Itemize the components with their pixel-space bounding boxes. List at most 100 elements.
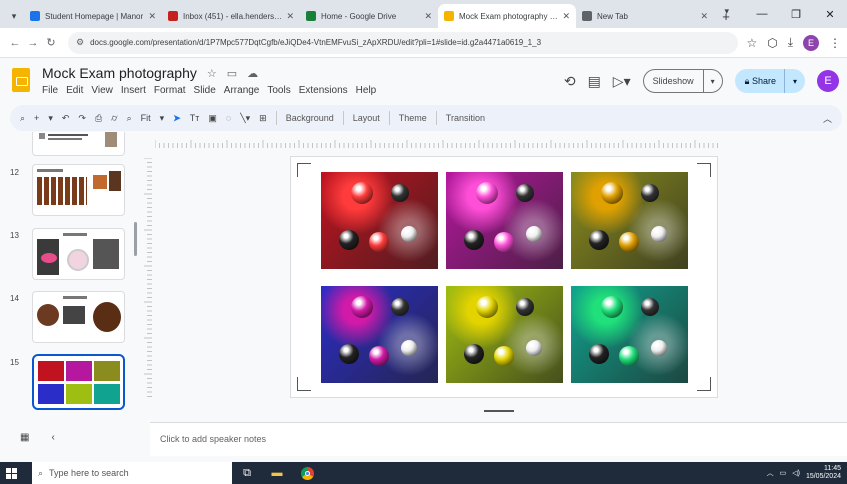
paint-format-icon[interactable]: ⌭ bbox=[111, 113, 117, 124]
menu-item-edit[interactable]: Edit bbox=[66, 85, 83, 96]
close-window-icon[interactable]: ✕ bbox=[813, 0, 847, 28]
print-icon[interactable]: ⎙ bbox=[95, 113, 102, 124]
tab-list-chevron-icon[interactable]: ▾ bbox=[724, 6, 729, 17]
photo-olive[interactable] bbox=[571, 172, 688, 269]
share-button[interactable]: 🔒︎ Share ▾ bbox=[734, 69, 805, 93]
slide-thumbnail[interactable] bbox=[32, 291, 125, 343]
tab-close-icon[interactable]: ✕ bbox=[562, 11, 570, 22]
new-slide-dropdown-icon[interactable]: ▾ bbox=[48, 113, 53, 124]
restore-icon[interactable]: ❐ bbox=[779, 0, 813, 28]
forward-icon[interactable]: → bbox=[24, 33, 42, 53]
slide-thumbnail[interactable] bbox=[32, 132, 125, 156]
speaker-notes[interactable]: Click to add speaker notes bbox=[150, 422, 847, 456]
marble bbox=[516, 298, 534, 316]
transition-button[interactable]: Transition bbox=[446, 113, 485, 123]
layout-button[interactable]: Layout bbox=[353, 113, 380, 123]
slide-thumbnail-selected[interactable] bbox=[32, 354, 125, 410]
cloud-status-icon[interactable]: ☁ bbox=[247, 67, 258, 80]
undo-icon[interactable]: ↶ bbox=[62, 113, 70, 124]
tab-close-icon[interactable]: ✕ bbox=[700, 11, 708, 22]
url-input[interactable]: ⚙ docs.google.com/presentation/d/1P7Mpc5… bbox=[68, 31, 739, 54]
meet-icon[interactable]: ▷▾ bbox=[613, 73, 631, 90]
slide-thumbnail[interactable] bbox=[32, 228, 125, 280]
menu-item-insert[interactable]: Insert bbox=[121, 85, 146, 96]
clock-date: 15/05/2024 bbox=[805, 473, 841, 480]
slide-number: 12 bbox=[10, 168, 19, 177]
chrome-icon[interactable] bbox=[292, 462, 322, 484]
browser-tab[interactable]: Mock Exam photography - G ✕ bbox=[438, 4, 576, 28]
back-icon[interactable]: ← bbox=[6, 33, 24, 53]
download-icon[interactable]: ⤓ bbox=[788, 35, 793, 50]
reload-icon[interactable]: ↻ bbox=[42, 33, 60, 53]
browser-menu-icon[interactable]: ⋮ bbox=[829, 36, 841, 50]
menu-item-tools[interactable]: Tools bbox=[267, 85, 290, 96]
browser-tab[interactable]: New Tab ✕ bbox=[576, 4, 714, 28]
tray-chevron-icon[interactable]: ︿ bbox=[767, 468, 774, 478]
collapse-toolbar-icon[interactable]: ︿ bbox=[823, 112, 832, 125]
menu-item-slide[interactable]: Slide bbox=[194, 85, 216, 96]
background-button[interactable]: Background bbox=[286, 113, 334, 123]
tab-close-icon[interactable]: ✕ bbox=[424, 11, 432, 22]
marble bbox=[589, 230, 609, 250]
minimize-icon[interactable]: — bbox=[745, 0, 779, 28]
zoom-select[interactable]: Fit bbox=[141, 113, 151, 123]
photo-blue[interactable] bbox=[321, 286, 438, 383]
share-dropdown-icon[interactable]: ▾ bbox=[783, 69, 805, 93]
clock[interactable]: 11:45 15/05/2024 bbox=[806, 465, 841, 481]
menu-item-file[interactable]: File bbox=[42, 85, 58, 96]
grid-view-icon[interactable]: ▦ bbox=[20, 432, 29, 443]
network-icon[interactable]: ▭ bbox=[780, 469, 787, 477]
windows-start-icon[interactable] bbox=[0, 462, 22, 484]
volume-icon[interactable]: ◁) bbox=[792, 469, 800, 477]
menu-item-help[interactable]: Help bbox=[356, 85, 377, 96]
photo-teal[interactable] bbox=[571, 286, 688, 383]
extensions-icon[interactable]: ⬡ bbox=[767, 36, 777, 50]
site-info-icon[interactable]: ⚙ bbox=[76, 37, 84, 48]
tab-search-icon[interactable]: ▾ bbox=[4, 4, 24, 28]
redo-icon[interactable]: ↷ bbox=[78, 113, 86, 124]
slideshow-dropdown-icon[interactable]: ▾ bbox=[702, 70, 722, 92]
theme-button[interactable]: Theme bbox=[399, 113, 427, 123]
tab-close-icon[interactable]: ✕ bbox=[148, 11, 156, 22]
shape-icon[interactable]: ◌ bbox=[226, 113, 231, 123]
menu-item-arrange[interactable]: Arrange bbox=[224, 85, 260, 96]
profile-avatar[interactable]: E bbox=[803, 34, 819, 51]
photo-red[interactable] bbox=[321, 172, 438, 269]
photo-lime[interactable] bbox=[446, 286, 563, 383]
current-slide[interactable] bbox=[290, 156, 718, 398]
file-explorer-icon[interactable]: ▬ bbox=[262, 462, 292, 484]
new-slide-icon[interactable]: + bbox=[34, 113, 39, 123]
line-icon[interactable]: ╲▾ bbox=[240, 113, 250, 124]
move-folder-icon[interactable]: ▭ bbox=[227, 67, 237, 80]
menu-item-view[interactable]: View bbox=[91, 85, 113, 96]
collapse-filmstrip-icon[interactable]: ‹ bbox=[51, 432, 54, 443]
editing-toolbar: ⌕ + ▾ ↶ ↷ ⎙ ⌭ ⌕ Fit ▾ ➤ Tт ▣ ◌ ╲▾ ⊞ Back… bbox=[10, 105, 842, 131]
notes-resize-handle[interactable] bbox=[484, 410, 514, 412]
star-icon[interactable]: ☆ bbox=[207, 67, 217, 80]
slide-thumbnail[interactable] bbox=[32, 164, 125, 216]
bookmark-star-icon[interactable]: ☆ bbox=[746, 36, 757, 50]
tab-close-icon[interactable]: ✕ bbox=[286, 11, 294, 22]
document-title[interactable]: Mock Exam photography bbox=[42, 65, 197, 81]
search-menus-icon[interactable]: ⌕ bbox=[20, 113, 25, 124]
slides-logo-icon[interactable] bbox=[12, 68, 30, 92]
image-icon[interactable]: ▣ bbox=[208, 113, 217, 124]
comments-icon[interactable]: ▤ bbox=[588, 73, 601, 90]
photo-magenta[interactable] bbox=[446, 172, 563, 269]
browser-tab[interactable]: Inbox (451) - ella.henderson ✕ bbox=[162, 4, 300, 28]
comment-insert-icon[interactable]: ⊞ bbox=[259, 113, 267, 124]
zoom-icon[interactable]: ⌕ bbox=[127, 113, 132, 124]
slideshow-button[interactable]: Slideshow ▾ bbox=[642, 69, 723, 93]
browser-tab[interactable]: Home - Google Drive ✕ bbox=[300, 4, 438, 28]
menu-item-extensions[interactable]: Extensions bbox=[299, 85, 348, 96]
user-avatar[interactable]: E bbox=[817, 70, 839, 92]
version-history-icon[interactable]: ⟲ bbox=[564, 73, 576, 90]
task-view-icon[interactable]: ⧉ bbox=[232, 462, 262, 484]
zoom-dropdown-icon[interactable]: ▾ bbox=[160, 113, 165, 124]
browser-tab[interactable]: Student Homepage | Manor ✕ bbox=[24, 4, 162, 28]
taskbar-search-input[interactable]: ⌕ Type here to search bbox=[32, 462, 232, 484]
select-cursor-icon[interactable]: ➤ bbox=[173, 113, 181, 124]
filmstrip-scrollbar[interactable] bbox=[134, 222, 137, 256]
menu-item-format[interactable]: Format bbox=[154, 85, 186, 96]
text-box-icon[interactable]: Tт bbox=[190, 113, 200, 123]
